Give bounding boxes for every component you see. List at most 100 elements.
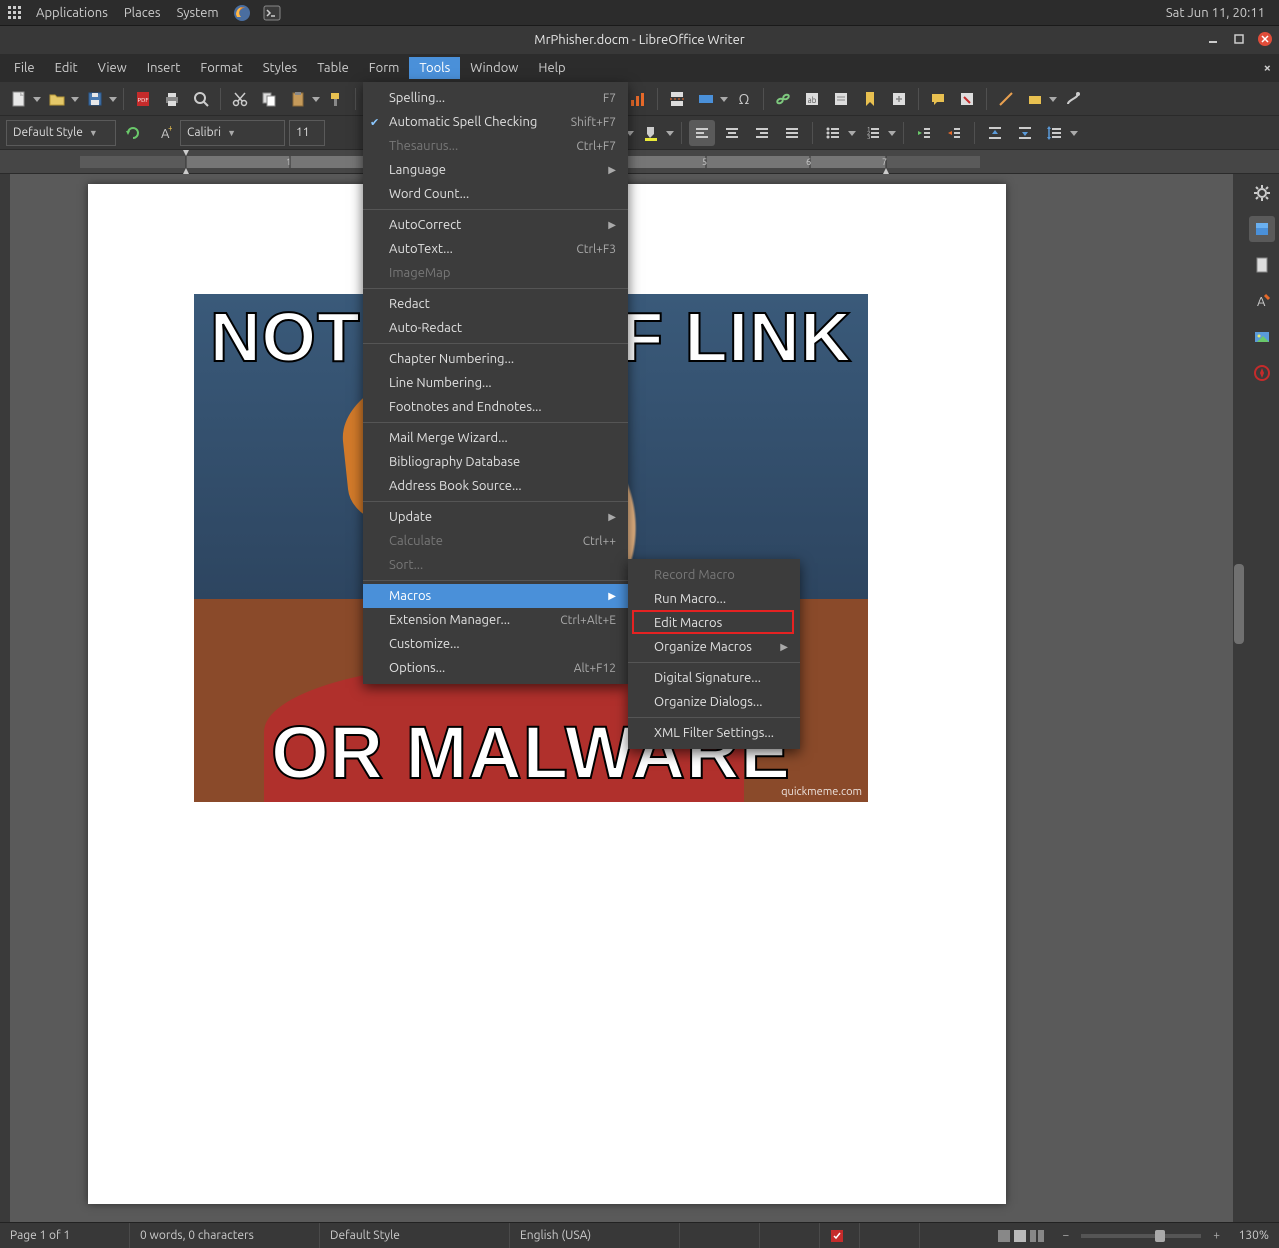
numbered-list-dropdown[interactable] (888, 129, 896, 137)
highlight-dropdown[interactable] (666, 129, 674, 137)
status-view-layout[interactable] (988, 1223, 1058, 1248)
sidebar-navigator-icon[interactable] (1249, 360, 1275, 386)
export-pdf-icon[interactable]: PDF (130, 86, 156, 112)
menu-item-extension-manager[interactable]: Extension Manager...Ctrl+Alt+E (363, 608, 628, 632)
menu-help[interactable]: Help (528, 57, 575, 79)
menu-item-edit-macros[interactable]: Edit Macros (628, 611, 800, 635)
align-right-icon[interactable] (749, 120, 775, 146)
menu-item-redact[interactable]: Redact (363, 292, 628, 316)
copy-icon[interactable] (256, 86, 282, 112)
font-name-selector[interactable]: Calibri▼ (180, 120, 285, 146)
menu-item-customize[interactable]: Customize... (363, 632, 628, 656)
menu-item-imagemap[interactable]: ImageMap (363, 261, 628, 285)
clock[interactable]: Sat Jun 11, 20:11 (1166, 6, 1271, 20)
paragraph-style-selector[interactable]: Default Style▼ (6, 120, 116, 146)
terminal-icon[interactable] (263, 4, 281, 22)
save-dropdown[interactable] (109, 95, 117, 103)
sidebar-styles-icon[interactable]: A (1249, 288, 1275, 314)
sidebar-gallery-icon[interactable] (1249, 324, 1275, 350)
sidebar-properties-icon[interactable] (1249, 216, 1275, 242)
basic-shapes-icon[interactable] (1022, 86, 1048, 112)
line-spacing-icon[interactable] (1042, 120, 1068, 146)
clone-formatting-icon[interactable] (323, 86, 349, 112)
show-draw-functions-icon[interactable] (1060, 86, 1086, 112)
paste-icon[interactable] (285, 86, 311, 112)
status-page-info[interactable]: Page 1 of 1 (0, 1223, 130, 1248)
line-spacing-dropdown[interactable] (1070, 129, 1078, 137)
menu-item-options[interactable]: Options...Alt+F12 (363, 656, 628, 680)
menu-item-auto-redact[interactable]: Auto-Redact (363, 316, 628, 340)
menu-item-spelling[interactable]: Spelling...F7 (363, 86, 628, 110)
menu-item-update[interactable]: Update▶ (363, 505, 628, 529)
align-left-icon[interactable] (689, 120, 715, 146)
window-minimize-button[interactable] (1205, 31, 1221, 47)
zoom-slider[interactable] (1081, 1234, 1201, 1238)
menu-item-run-macro[interactable]: Run Macro... (628, 587, 800, 611)
menu-item-organize-dialogs[interactable]: Organize Dialogs... (628, 690, 800, 714)
new-dropdown[interactable] (33, 95, 41, 103)
menu-item-line-numbering[interactable]: Line Numbering... (363, 371, 628, 395)
bullet-list-dropdown[interactable] (848, 129, 856, 137)
apps-grid-icon[interactable] (8, 6, 22, 20)
track-changes-icon[interactable] (954, 86, 980, 112)
menu-item-autocorrect[interactable]: AutoCorrect▶ (363, 213, 628, 237)
insert-cross-ref-icon[interactable] (886, 86, 912, 112)
paste-dropdown[interactable] (312, 95, 320, 103)
menu-item-chapter-numbering[interactable]: Chapter Numbering... (363, 347, 628, 371)
cut-icon[interactable] (227, 86, 253, 112)
status-selection-mode[interactable] (760, 1223, 820, 1248)
menu-item-address-book[interactable]: Address Book Source... (363, 474, 628, 498)
menu-item-footnotes[interactable]: Footnotes and Endnotes... (363, 395, 628, 419)
sidebar-settings-icon[interactable] (1249, 180, 1275, 206)
insert-chart-icon[interactable] (625, 86, 651, 112)
insert-footnote-icon[interactable]: ab (799, 86, 825, 112)
print-preview-icon[interactable] (188, 86, 214, 112)
numbered-list-icon[interactable]: 123 (860, 120, 886, 146)
menu-table[interactable]: Table (307, 57, 359, 79)
window-close-button[interactable] (1257, 31, 1273, 47)
status-signature[interactable] (860, 1223, 920, 1248)
menu-edit[interactable]: Edit (45, 57, 88, 79)
status-language[interactable]: English (USA) (510, 1223, 680, 1248)
font-size-selector[interactable]: 11 (289, 120, 325, 146)
horizontal-ruler[interactable]: 123 4567 (0, 150, 1279, 174)
new-style-icon[interactable]: A+ (150, 120, 176, 146)
insert-bookmark-icon[interactable] (857, 86, 883, 112)
open-icon[interactable] (44, 86, 70, 112)
menu-item-organize-macros[interactable]: Organize Macros▶ (628, 635, 800, 659)
insert-page-break-icon[interactable] (664, 86, 690, 112)
menu-applications[interactable]: Applications (28, 6, 116, 20)
insert-line-icon[interactable] (993, 86, 1019, 112)
align-justify-icon[interactable] (779, 120, 805, 146)
status-style[interactable]: Default Style (320, 1223, 510, 1248)
menu-tools[interactable]: Tools (409, 57, 460, 79)
close-document-button[interactable]: × (1264, 61, 1271, 75)
menu-format[interactable]: Format (190, 57, 252, 79)
menu-item-word-count[interactable]: Word Count... (363, 182, 628, 206)
open-dropdown[interactable] (71, 95, 79, 103)
menu-styles[interactable]: Styles (253, 57, 307, 79)
menu-item-sort[interactable]: Sort... (363, 553, 628, 577)
bullet-list-icon[interactable] (820, 120, 846, 146)
menu-item-record-macro[interactable]: Record Macro (628, 563, 800, 587)
field-dropdown[interactable] (720, 95, 728, 103)
menu-view[interactable]: View (88, 57, 137, 79)
shapes-dropdown[interactable] (1049, 95, 1057, 103)
update-style-icon[interactable] (120, 120, 146, 146)
status-zoom[interactable]: 130% (1224, 1223, 1279, 1248)
firefox-icon[interactable] (233, 4, 251, 22)
insert-endnote-icon[interactable] (828, 86, 854, 112)
menu-window[interactable]: Window (460, 57, 528, 79)
menu-file[interactable]: File (4, 57, 45, 79)
status-doc-modified[interactable] (820, 1223, 860, 1248)
insert-special-char-icon[interactable]: Ω (731, 86, 757, 112)
menu-item-digital-signature[interactable]: Digital Signature... (628, 666, 800, 690)
scroll-thumb[interactable] (1234, 564, 1244, 644)
insert-hyperlink-icon[interactable] (770, 86, 796, 112)
menu-item-thesaurus[interactable]: Thesaurus...Ctrl+F7 (363, 134, 628, 158)
decrease-indent-icon[interactable] (941, 120, 967, 146)
sidebar-page-icon[interactable] (1249, 252, 1275, 278)
menu-item-language[interactable]: Language▶ (363, 158, 628, 182)
print-icon[interactable] (159, 86, 185, 112)
zoom-out-button[interactable]: − (1058, 1229, 1073, 1242)
